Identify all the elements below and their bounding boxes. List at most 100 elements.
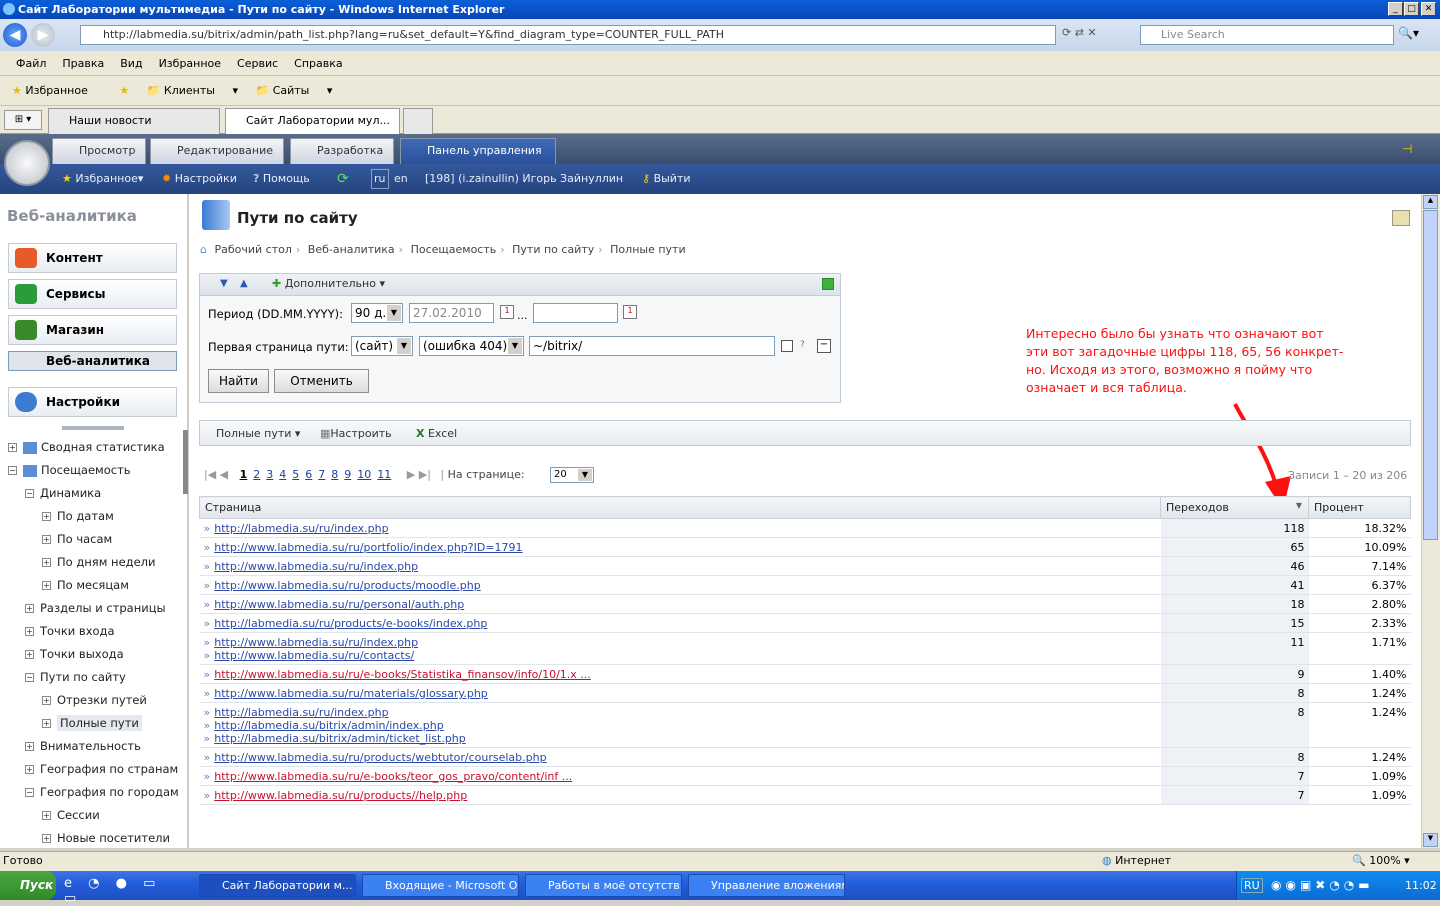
collapse-down-icon[interactable]: ▼ bbox=[220, 278, 228, 289]
filter-more[interactable]: ✚ Дополнительно ▾ bbox=[272, 277, 385, 290]
pin-icon[interactable]: ⊣ bbox=[1402, 142, 1412, 156]
expand-icon[interactable]: + bbox=[42, 535, 51, 544]
menu-edit[interactable]: Правка bbox=[54, 51, 112, 76]
page-link[interactable]: http://labmedia.su/bitrix/admin/ticket_l… bbox=[214, 732, 466, 745]
cancel-button[interactable]: Отменить bbox=[274, 369, 369, 393]
crumb-desktop[interactable]: Рабочий стол bbox=[214, 243, 291, 256]
refresh-stop-icons[interactable]: ⟳ ⇄ ✕ bbox=[1062, 26, 1132, 44]
menu-tools[interactable]: Сервис bbox=[229, 51, 286, 76]
refresh-icon[interactable]: ⟳ bbox=[337, 164, 349, 194]
tree-item[interactable]: − Динамика bbox=[25, 486, 101, 500]
print-icon[interactable] bbox=[1392, 210, 1410, 226]
tree-item[interactable]: + По месяцам bbox=[42, 578, 129, 592]
ie-tab-news[interactable]: Наши новости bbox=[48, 108, 220, 134]
menu-settings[interactable]: Настройки bbox=[8, 387, 177, 417]
tree-item[interactable]: + По дням недели bbox=[42, 555, 156, 569]
tree-item[interactable]: − Пути по сайту bbox=[25, 670, 126, 684]
tab-edit[interactable]: Редактирование bbox=[150, 138, 284, 164]
tree-item[interactable]: + Точки выхода bbox=[25, 647, 124, 661]
quick-tabs-icon[interactable]: ⊞ ▾ bbox=[4, 110, 42, 130]
bx-help[interactable]: ? Помощь bbox=[253, 164, 310, 194]
page-link[interactable]: http://www.labmedia.su/ru/products/webtu… bbox=[214, 751, 546, 764]
remove-row-icon[interactable]: − bbox=[817, 339, 831, 353]
scroll-down-icon[interactable]: ▼ bbox=[1423, 833, 1438, 847]
search-input[interactable]: Live Search bbox=[1140, 25, 1394, 45]
period-select[interactable]: 90 д. ▼ bbox=[351, 303, 403, 323]
menu-shop[interactable]: Магазин bbox=[8, 315, 177, 345]
back-button[interactable]: ◀ bbox=[3, 23, 27, 47]
crumb-paths[interactable]: Пути по сайту bbox=[512, 243, 594, 256]
exact-checkbox[interactable] bbox=[781, 340, 793, 352]
page-link[interactable]: http://labmedia.su/ru/index.php bbox=[214, 522, 388, 535]
logout-link[interactable]: ⚷ Выйти bbox=[642, 164, 691, 194]
bx-favorites[interactable]: ★ Избранное▾ bbox=[62, 164, 143, 194]
bitrix-logo[interactable] bbox=[4, 140, 50, 186]
tree-item[interactable]: + Полные пути bbox=[42, 715, 142, 731]
close-window-button[interactable]: ✕ bbox=[1421, 2, 1436, 16]
page-link[interactable]: http://www.labmedia.su/ru/index.php bbox=[214, 560, 418, 573]
per-page-select[interactable]: 20 ▼ bbox=[550, 467, 594, 483]
help-icon[interactable]: ? bbox=[800, 340, 805, 350]
expand-icon[interactable]: + bbox=[42, 558, 51, 567]
expand-icon[interactable]: + bbox=[42, 512, 51, 521]
page-link[interactable]: http://www.labmedia.su/ru/products//help… bbox=[214, 789, 467, 802]
collapse-icon[interactable]: − bbox=[25, 788, 34, 797]
forward-button[interactable]: ▶ bbox=[31, 23, 55, 47]
page-link[interactable]: 6 bbox=[305, 468, 312, 481]
lang-en[interactable]: en bbox=[394, 164, 408, 194]
page-link[interactable]: http://labmedia.su/ru/index.php bbox=[214, 706, 388, 719]
menu-content[interactable]: Контент bbox=[8, 243, 177, 273]
address-input[interactable]: http://labmedia.su/bitrix/admin/path_lis… bbox=[80, 25, 1056, 45]
menu-services[interactable]: Сервисы bbox=[8, 279, 177, 309]
menu-file[interactable]: Файл bbox=[8, 51, 54, 76]
tree-item[interactable]: + Разделы и страницы bbox=[25, 601, 166, 615]
zoom-level[interactable]: 🔍 100% ▾ bbox=[1352, 852, 1410, 870]
tab-develop[interactable]: Разработка bbox=[290, 138, 395, 164]
bx-settings[interactable]: ✹ Настройки bbox=[162, 164, 237, 194]
page-link[interactable]: 4 bbox=[279, 468, 286, 481]
col-transitions[interactable]: Переходов ▼ bbox=[1160, 496, 1309, 519]
scroll-up-icon[interactable]: ▲ bbox=[1423, 195, 1438, 209]
tray-icons[interactable]: ◉◉▣✖◔◔▬ bbox=[1271, 871, 1374, 900]
date-to-input[interactable] bbox=[533, 303, 618, 323]
quick-launch-icons[interactable]: e ◔ ● ▭ ▭ bbox=[64, 876, 184, 906]
search-icon[interactable]: 🔍▾ bbox=[1398, 26, 1434, 44]
expand-icon[interactable]: + bbox=[25, 627, 34, 636]
page-link[interactable]: http://www.labmedia.su/ru/portfolio/inde… bbox=[214, 541, 522, 554]
collapse-icon[interactable]: − bbox=[25, 673, 34, 682]
excel-button[interactable]: X Excel bbox=[416, 427, 457, 440]
calendar-from-icon[interactable]: 1 bbox=[500, 305, 514, 319]
task-ie[interactable]: Сайт Лаборатории м... bbox=[199, 874, 356, 897]
task-attachments[interactable]: Управление вложениям... bbox=[688, 874, 845, 897]
page-link[interactable]: 1 bbox=[240, 468, 248, 481]
crumb-traffic[interactable]: Посещаемость bbox=[411, 243, 497, 256]
maximize-button[interactable]: □ bbox=[1404, 2, 1419, 16]
left-scrollbar[interactable] bbox=[183, 430, 188, 494]
calendar-to-icon[interactable]: 1 bbox=[623, 305, 637, 319]
expand-icon[interactable]: + bbox=[42, 811, 51, 820]
configure-button[interactable]: ▦Настроить bbox=[320, 427, 392, 440]
page-link[interactable]: http://www.labmedia.su/ru/e-books/teor_g… bbox=[214, 770, 572, 783]
tree-item[interactable]: − География по городам bbox=[25, 785, 179, 799]
path-input[interactable]: ~/bitrix/ bbox=[529, 336, 775, 356]
page-link[interactable]: http://www.labmedia.su/ru/e-books/Statis… bbox=[214, 668, 591, 681]
expand-icon[interactable]: + bbox=[25, 742, 34, 751]
splitter-handle[interactable] bbox=[62, 426, 124, 430]
page-link[interactable]: 7 bbox=[318, 468, 325, 481]
tab-view[interactable]: Просмотр bbox=[52, 138, 147, 164]
task-outlook[interactable]: Входящие - Microsoft O... bbox=[362, 874, 519, 897]
page-link[interactable]: 9 bbox=[344, 468, 351, 481]
expand-icon[interactable]: + bbox=[42, 696, 51, 705]
tree-item[interactable]: + Новые посетители bbox=[42, 831, 170, 845]
page-link[interactable]: 2 bbox=[253, 468, 260, 481]
lang-indicator[interactable]: RU bbox=[1241, 878, 1263, 893]
tree-item[interactable]: + Отрезки путей bbox=[42, 693, 147, 707]
favorites-button[interactable]: ★ Избранное bbox=[12, 76, 102, 106]
page-link[interactable]: 10 bbox=[357, 468, 371, 481]
add-favorite-icon[interactable]: ★ bbox=[119, 76, 129, 106]
tree-item[interactable]: + Точки входа bbox=[25, 624, 115, 638]
start-button[interactable]: Пуск bbox=[0, 871, 56, 900]
task-away[interactable]: Работы в моё отсутств... bbox=[525, 874, 682, 897]
expand-icon[interactable]: + bbox=[42, 834, 51, 843]
page-link[interactable]: 8 bbox=[331, 468, 338, 481]
